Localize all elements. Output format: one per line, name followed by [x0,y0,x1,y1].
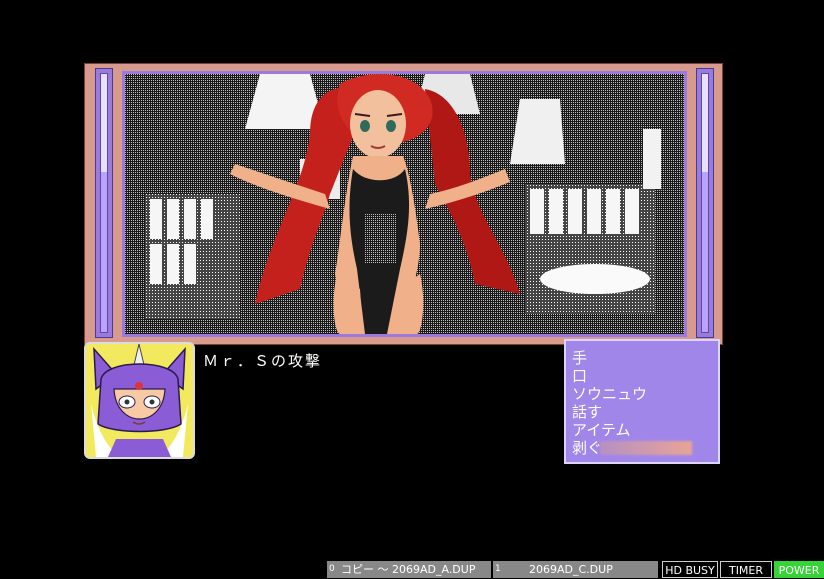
scene-viewport [122,71,687,337]
emulator-status-bar: 0 コピー ～ 2069AD_A.DUP 1 2069AD_C.DUP HD B… [0,560,824,579]
masked-hero-portrait-icon [86,344,193,457]
timer-indicator: TIMER [720,561,772,578]
left-gauge-fill [101,172,107,332]
drive-1-number: 1 [495,564,501,574]
character-portrait [84,342,195,459]
drive-0-indicator[interactable]: 0 コピー ～ 2069AD_A.DUP [327,561,491,578]
right-gauge-fill [702,172,708,332]
drive-1-label: 2069AD_C.DUP [529,563,613,576]
menu-item-mouth[interactable]: 口 [572,367,718,385]
command-menu: 手 口 ソウニュウ 話す アイテム 剥ぐ [564,339,720,464]
menu-item-insert[interactable]: ソウニュウ [572,385,718,403]
battle-message: Ｍｒ．Ｓの攻撃 [203,352,323,370]
menu-item-talk[interactable]: 話す [572,403,718,421]
left-gauge [95,68,113,338]
menu-item-strip[interactable]: 剥ぐ [572,439,718,457]
power-indicator: POWER [774,561,824,578]
drive-1-indicator[interactable]: 1 2069AD_C.DUP [493,561,658,578]
menu-item-hand[interactable]: 手 [572,349,718,367]
drive-0-number: 0 [329,564,335,574]
hd-busy-indicator: HD BUSY [662,561,718,578]
menu-item-item[interactable]: アイテム [572,421,718,439]
right-gauge [696,68,714,338]
drive-0-label: コピー ～ 2069AD_A.DUP [341,563,476,576]
scene-frame [84,63,723,345]
scene-illustration-icon [125,74,684,334]
